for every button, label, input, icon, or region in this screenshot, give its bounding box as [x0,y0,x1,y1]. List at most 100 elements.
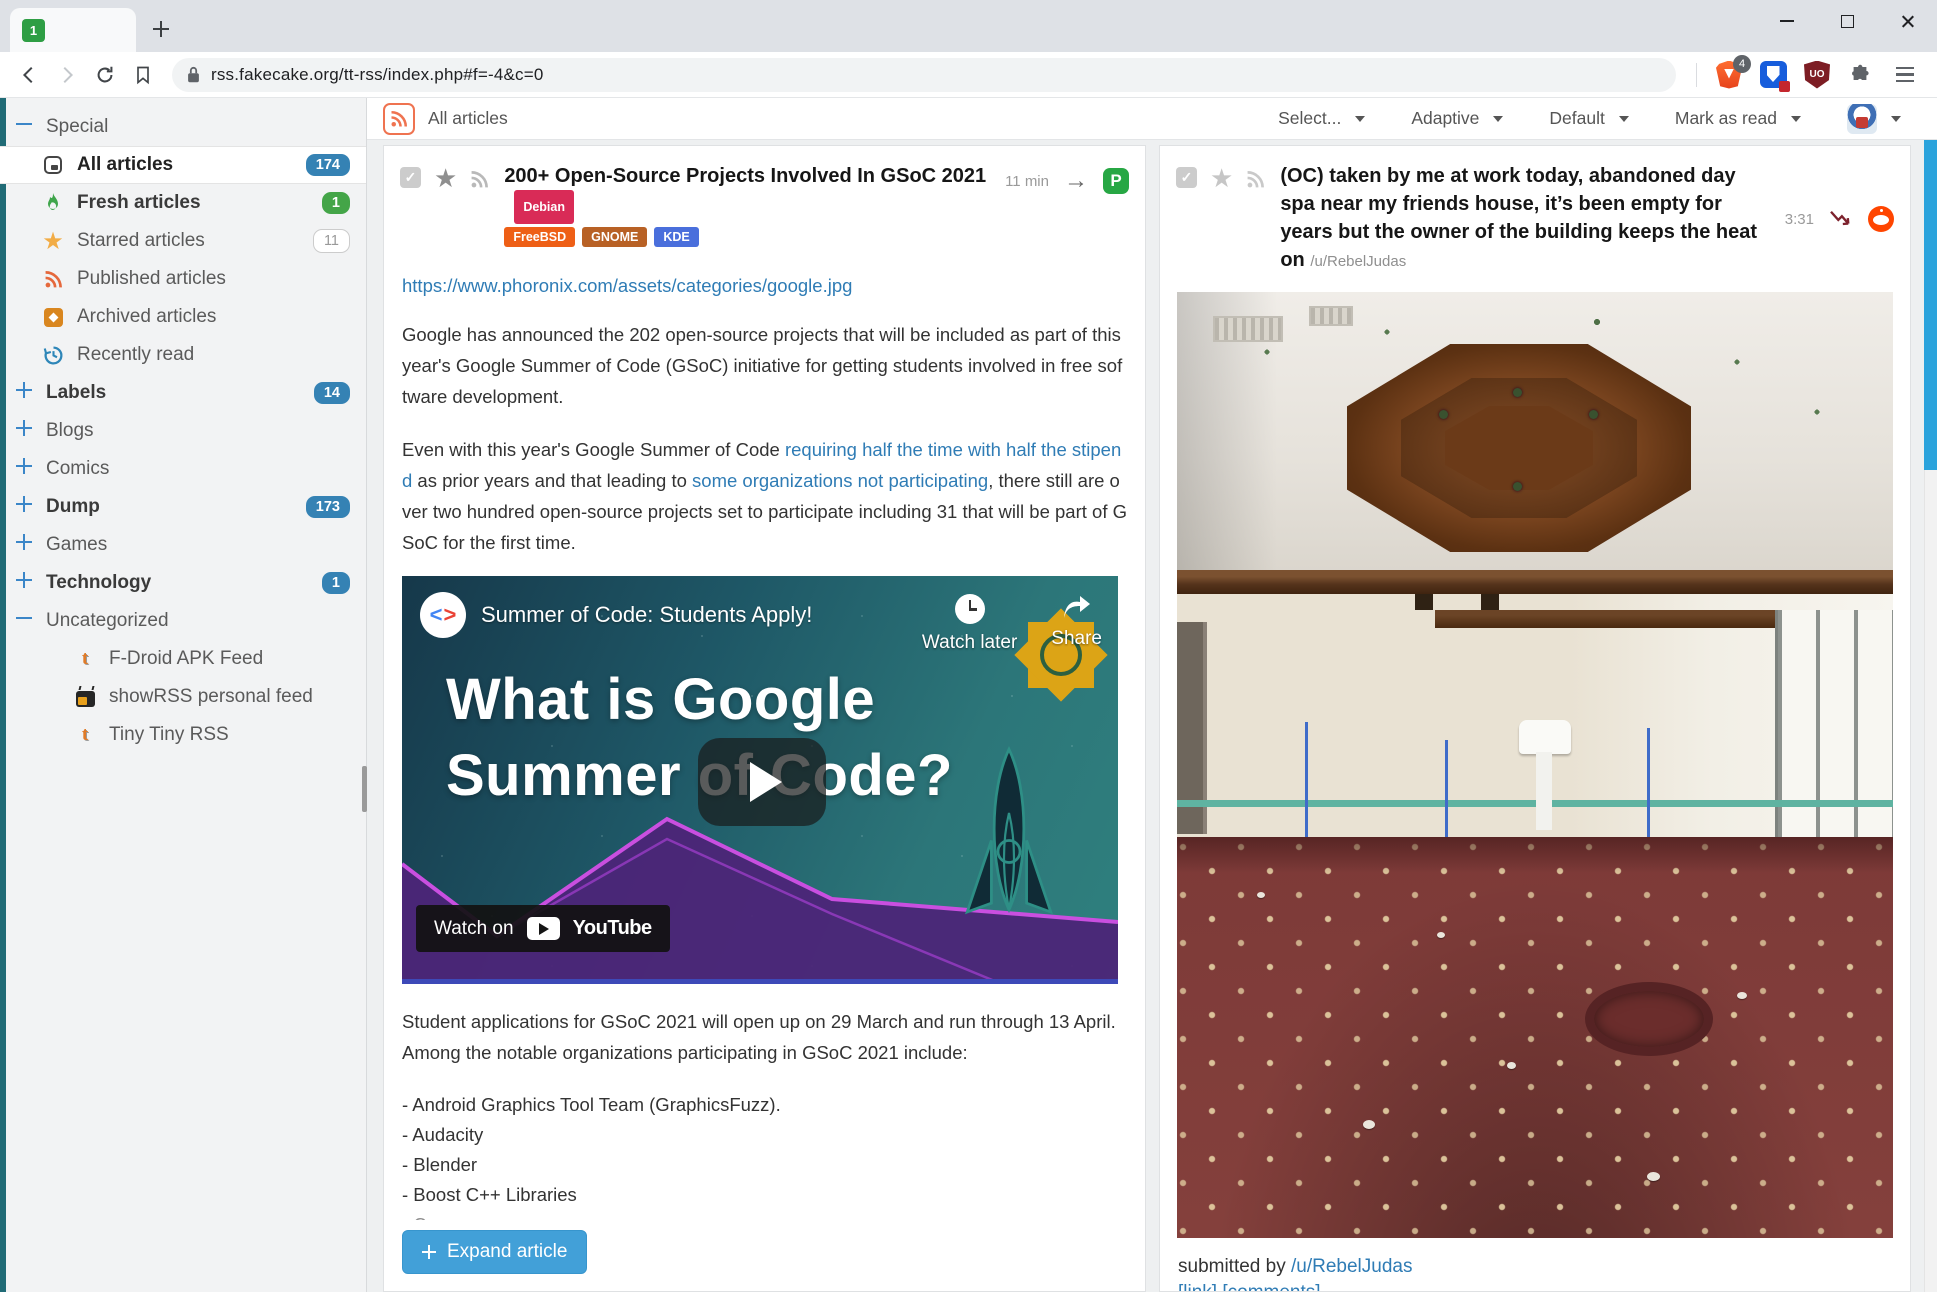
feed-tree-sidebar: Special All articles 174 Fresh articles … [0,98,367,1292]
expand-icon[interactable] [16,382,34,404]
view-mode-dropdown[interactable]: Adaptive [1411,108,1503,129]
photo-debris [1647,1172,1660,1181]
labels-badge: 14 [314,382,350,404]
profile-menu[interactable] [1847,104,1901,134]
forward-button[interactable] [50,58,84,92]
sidebar-item-published-articles[interactable]: Published articles [0,260,366,298]
scrollbar-thumb[interactable] [1924,140,1937,470]
star-toggle-icon[interactable]: ★ [1210,167,1233,189]
browser-tab[interactable]: 1 [10,8,136,52]
maximize-button[interactable] [1817,0,1877,42]
channel-avatar[interactable]: <> [420,592,466,638]
tag-badge[interactable]: GNOME [582,227,647,247]
watch-later-button[interactable]: Watch later [922,594,1017,654]
close-button[interactable] [1877,0,1937,42]
list-item: - Boost C++ Libraries [402,1180,1127,1210]
brave-badge: 4 [1733,55,1751,73]
browser-menu-button[interactable] [1890,60,1920,90]
sort-order-dropdown[interactable]: Default [1549,108,1628,129]
new-tab-button[interactable] [144,12,178,46]
photo-light-dot [1513,388,1522,397]
rocket-icon [954,736,1064,956]
photo-light-dot [1439,410,1448,419]
bookmark-icon [133,65,153,85]
reddit-site-icon[interactable] [1868,206,1894,232]
feed-badge[interactable]: Debian [514,190,574,224]
back-icon [18,64,40,86]
article-title[interactable]: 200+ Open-Source Projects Involved In GS… [504,162,993,224]
author-link[interactable]: /u/RebelJudas [1291,1256,1412,1277]
select-dropdown[interactable]: Select... [1278,108,1365,129]
hamburger-icon [1896,67,1914,82]
bitwarden-button[interactable] [1758,60,1788,90]
article-checkbox[interactable]: ✓ [1176,167,1197,188]
rss-icon[interactable] [1246,170,1265,189]
url-text[interactable]: rss.fakecake.org/tt-rss/index.php#f=-4&c… [211,65,544,85]
article-controls: ✓ ★ [1176,162,1265,276]
article-header: ✓ ★ 200+ Open-Source Projects Involved I… [384,146,1145,251]
chevron-down-icon [1493,116,1503,122]
published-time: 11 min [1005,173,1049,190]
play-button[interactable] [698,738,826,826]
feed-tinytinyrss[interactable]: t Tiny Tiny RSS [0,716,366,754]
category-comics[interactable]: Comics [0,450,366,488]
address-bar[interactable]: rss.fakecake.org/tt-rss/index.php#f=-4&c… [172,58,1676,92]
sidebar-item-archived-articles[interactable]: Archived articles [0,298,366,336]
rss-icon[interactable] [470,170,489,189]
ublock-button[interactable]: UO [1802,60,1832,90]
feed-showrss[interactable]: showRSS personal feed [0,678,366,716]
reddit-footer-links[interactable]: [link] [comments] [1160,1280,1910,1292]
expand-icon[interactable] [16,420,34,442]
category-labels[interactable]: Labels 14 [0,374,366,412]
tag-badge[interactable]: FreeBSD [504,227,575,247]
open-original-arrow-icon[interactable]: → [1064,171,1088,191]
expand-article-button[interactable]: Expand article [402,1230,587,1274]
technology-badge: 1 [322,572,350,594]
clipped-list-item: - C [402,1210,1127,1220]
brave-shields-button[interactable]: 4 [1714,60,1744,90]
sidebar-item-fresh-articles[interactable]: Fresh articles 1 [0,184,366,222]
video-title[interactable]: Summer of Code: Students Apply! [481,602,812,628]
sidebar-item-all-articles[interactable]: All articles 174 [0,146,366,184]
expand-icon[interactable] [16,534,34,556]
category-uncategorized[interactable]: Uncategorized [0,602,366,640]
share-button[interactable]: Share [1051,594,1102,654]
tag-badge[interactable]: KDE [654,227,698,247]
minimize-button[interactable] [1757,0,1817,42]
category-games[interactable]: Games [0,526,366,564]
org-list: - Android Graphics Tool Team (GraphicsFu… [402,1090,1127,1220]
back-button[interactable] [12,58,46,92]
category-dump[interactable]: Dump 173 [0,488,366,526]
sidebar-item-recently-read[interactable]: Recently read [0,336,366,374]
mark-as-read-dropdown[interactable]: Mark as read [1675,108,1801,129]
category-technology[interactable]: Technology 1 [0,564,366,602]
category-blogs[interactable]: Blogs [0,412,366,450]
bookmark-button[interactable] [126,58,160,92]
youtube-embed[interactable]: <> Summer of Code: Students Apply! Watch… [402,576,1118,984]
phoronix-site-icon[interactable]: P [1103,168,1129,194]
crosspost-arrow-icon[interactable] [1829,209,1853,229]
reload-icon [94,64,116,86]
collapse-icon[interactable] [16,610,34,632]
inline-link[interactable]: some organizations not participating [692,470,988,491]
article-photo-abandoned-spa[interactable] [1177,292,1893,1238]
sidebar-item-starred-articles[interactable]: ★ Starred articles 11 [0,222,366,260]
article-title[interactable]: (OC) taken by me at work today, abandone… [1280,162,1772,276]
extensions-button[interactable] [1846,60,1876,90]
article-checkbox[interactable]: ✓ [400,167,421,188]
list-item: - Android Graphics Tool Team (GraphicsFu… [402,1090,1127,1120]
star-toggle-icon[interactable]: ★ [434,167,457,189]
article-author[interactable]: /u/RebelJudas [1310,253,1406,270]
watch-on-youtube-button[interactable]: Watch on YouTube [416,905,670,952]
article-image-link[interactable]: https://www.phoronix.com/assets/categori… [402,275,852,296]
section-special[interactable]: Special [0,108,366,146]
collapse-icon[interactable] [16,116,34,138]
reload-button[interactable] [88,58,122,92]
rss-icon [390,110,408,128]
feed-fdroid[interactable]: t F-Droid APK Feed [0,640,366,678]
expand-icon[interactable] [16,458,34,480]
scrollbar-track[interactable] [1924,140,1937,1292]
expand-icon[interactable] [16,572,34,594]
expand-icon[interactable] [16,496,34,518]
rss-icon [42,268,64,290]
